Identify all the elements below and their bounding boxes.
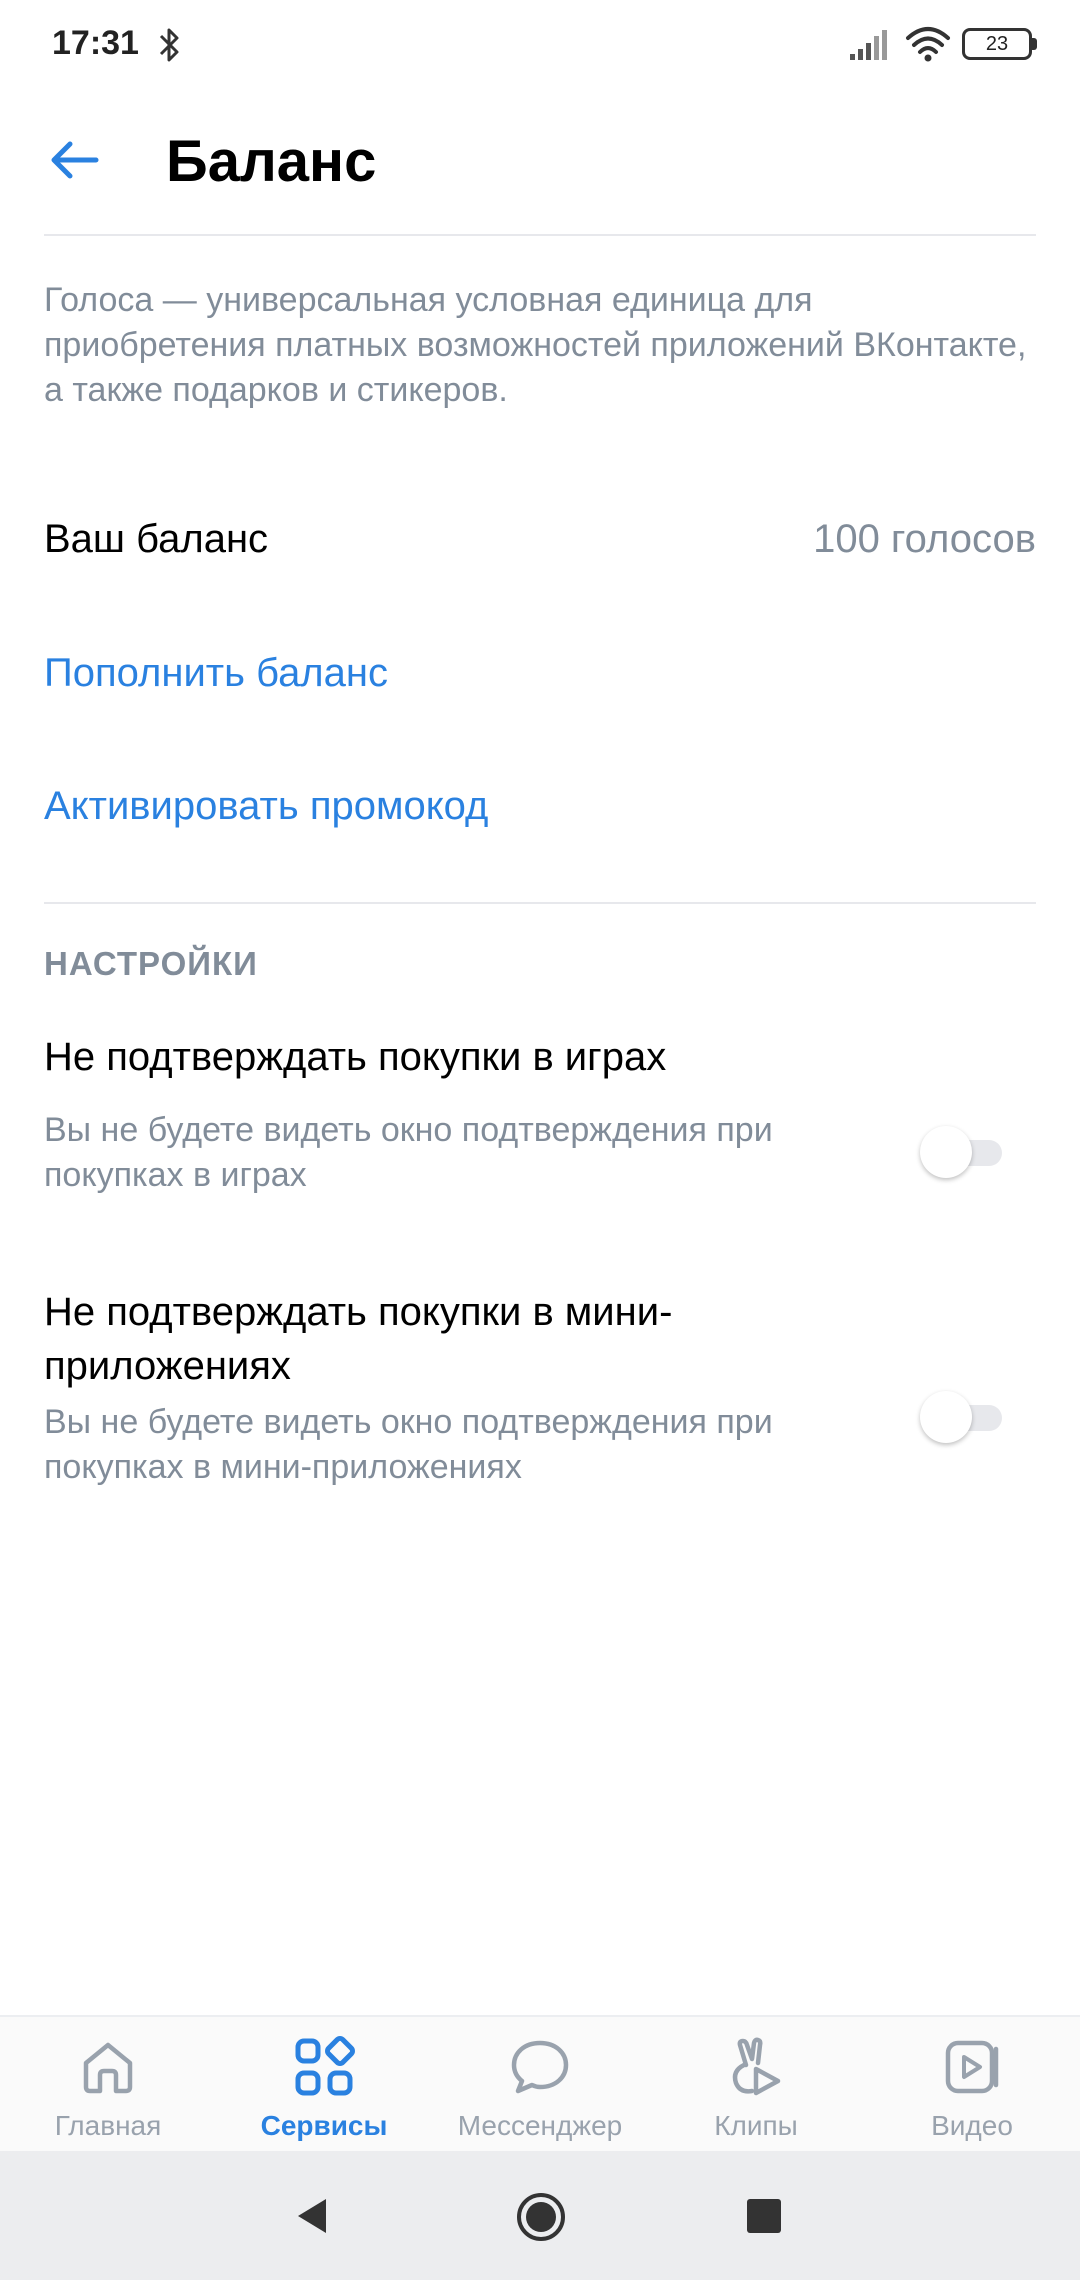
- video-icon: [945, 2040, 999, 2094]
- home-icon: [83, 2042, 133, 2094]
- system-nav-bar: [0, 2151, 1080, 2280]
- setting-title: Не подтверждать покупки в мини-приложени…: [44, 1290, 673, 1388]
- status-bar: 17:31 23: [0, 0, 1080, 90]
- page-title: Баланс: [166, 129, 377, 194]
- tab-label: Сервисы: [260, 2110, 388, 2141]
- tab-label: Клипы: [714, 2110, 798, 2141]
- back-arrow-icon[interactable]: [44, 128, 108, 192]
- toggle-games-confirmation[interactable]: [918, 1124, 1004, 1180]
- setting-subtitle: Вы не будете видеть окно подтверждения п…: [44, 1403, 773, 1486]
- tab-messenger[interactable]: Мессенджер: [432, 2017, 648, 2153]
- setting-row-games[interactable]: Не подтверждать покупки в играх Вы не бу…: [0, 1030, 1080, 1230]
- nav-home-icon[interactable]: [515, 2191, 567, 2243]
- top-up-balance-link[interactable]: Пополнить баланс: [44, 651, 388, 696]
- toggle-mini-apps-confirmation[interactable]: [918, 1389, 1004, 1445]
- services-icon: [295, 2036, 355, 2096]
- balance-value: 100 голосов: [813, 517, 1036, 561]
- toggle-thumb: [920, 1391, 972, 1443]
- activate-promo-link[interactable]: Активировать промокод: [44, 784, 488, 829]
- balance-description: Голоса — универсальная условная единица …: [44, 281, 1027, 409]
- battery-icon: 23: [962, 28, 1032, 60]
- setting-row-mini-apps[interactable]: Не подтверждать покупки в мини-приложени…: [0, 1285, 1080, 1515]
- battery-tip: [1032, 38, 1037, 50]
- battery-level: 23: [985, 33, 1009, 55]
- bottom-tab-bar: Главная Сервисы Мессенджер Клипы Видео: [0, 2015, 1080, 2151]
- balance-label: Ваш баланс: [44, 517, 269, 561]
- tab-clips[interactable]: Клипы: [648, 2017, 864, 2153]
- tab-video[interactable]: Видео: [864, 2017, 1080, 2153]
- tab-label: Главная: [54, 2110, 162, 2141]
- clips-icon: [732, 2037, 781, 2096]
- app-header: Баланс: [0, 90, 1080, 235]
- tab-home[interactable]: Главная: [0, 2017, 216, 2153]
- section-divider: [44, 902, 1036, 904]
- bluetooth-icon: [159, 28, 179, 62]
- nav-recent-apps-icon[interactable]: [747, 2199, 781, 2233]
- signal-icon: [850, 30, 887, 60]
- header-divider: [44, 234, 1036, 236]
- status-time: 17:31: [52, 24, 139, 62]
- setting-title: Не подтверждать покупки в играх: [44, 1035, 667, 1079]
- toggle-thumb: [920, 1126, 972, 1178]
- tab-label: Мессенджер: [457, 2110, 623, 2141]
- tab-services[interactable]: Сервисы: [216, 2017, 432, 2153]
- settings-section-title: НАСТРОЙКИ: [44, 945, 258, 982]
- setting-subtitle: Вы не будете видеть окно подтверждения п…: [44, 1111, 773, 1194]
- nav-back-icon[interactable]: [292, 2195, 332, 2237]
- wifi-icon: [906, 27, 950, 62]
- tab-label: Видео: [931, 2110, 1013, 2141]
- message-icon: [511, 2040, 569, 2094]
